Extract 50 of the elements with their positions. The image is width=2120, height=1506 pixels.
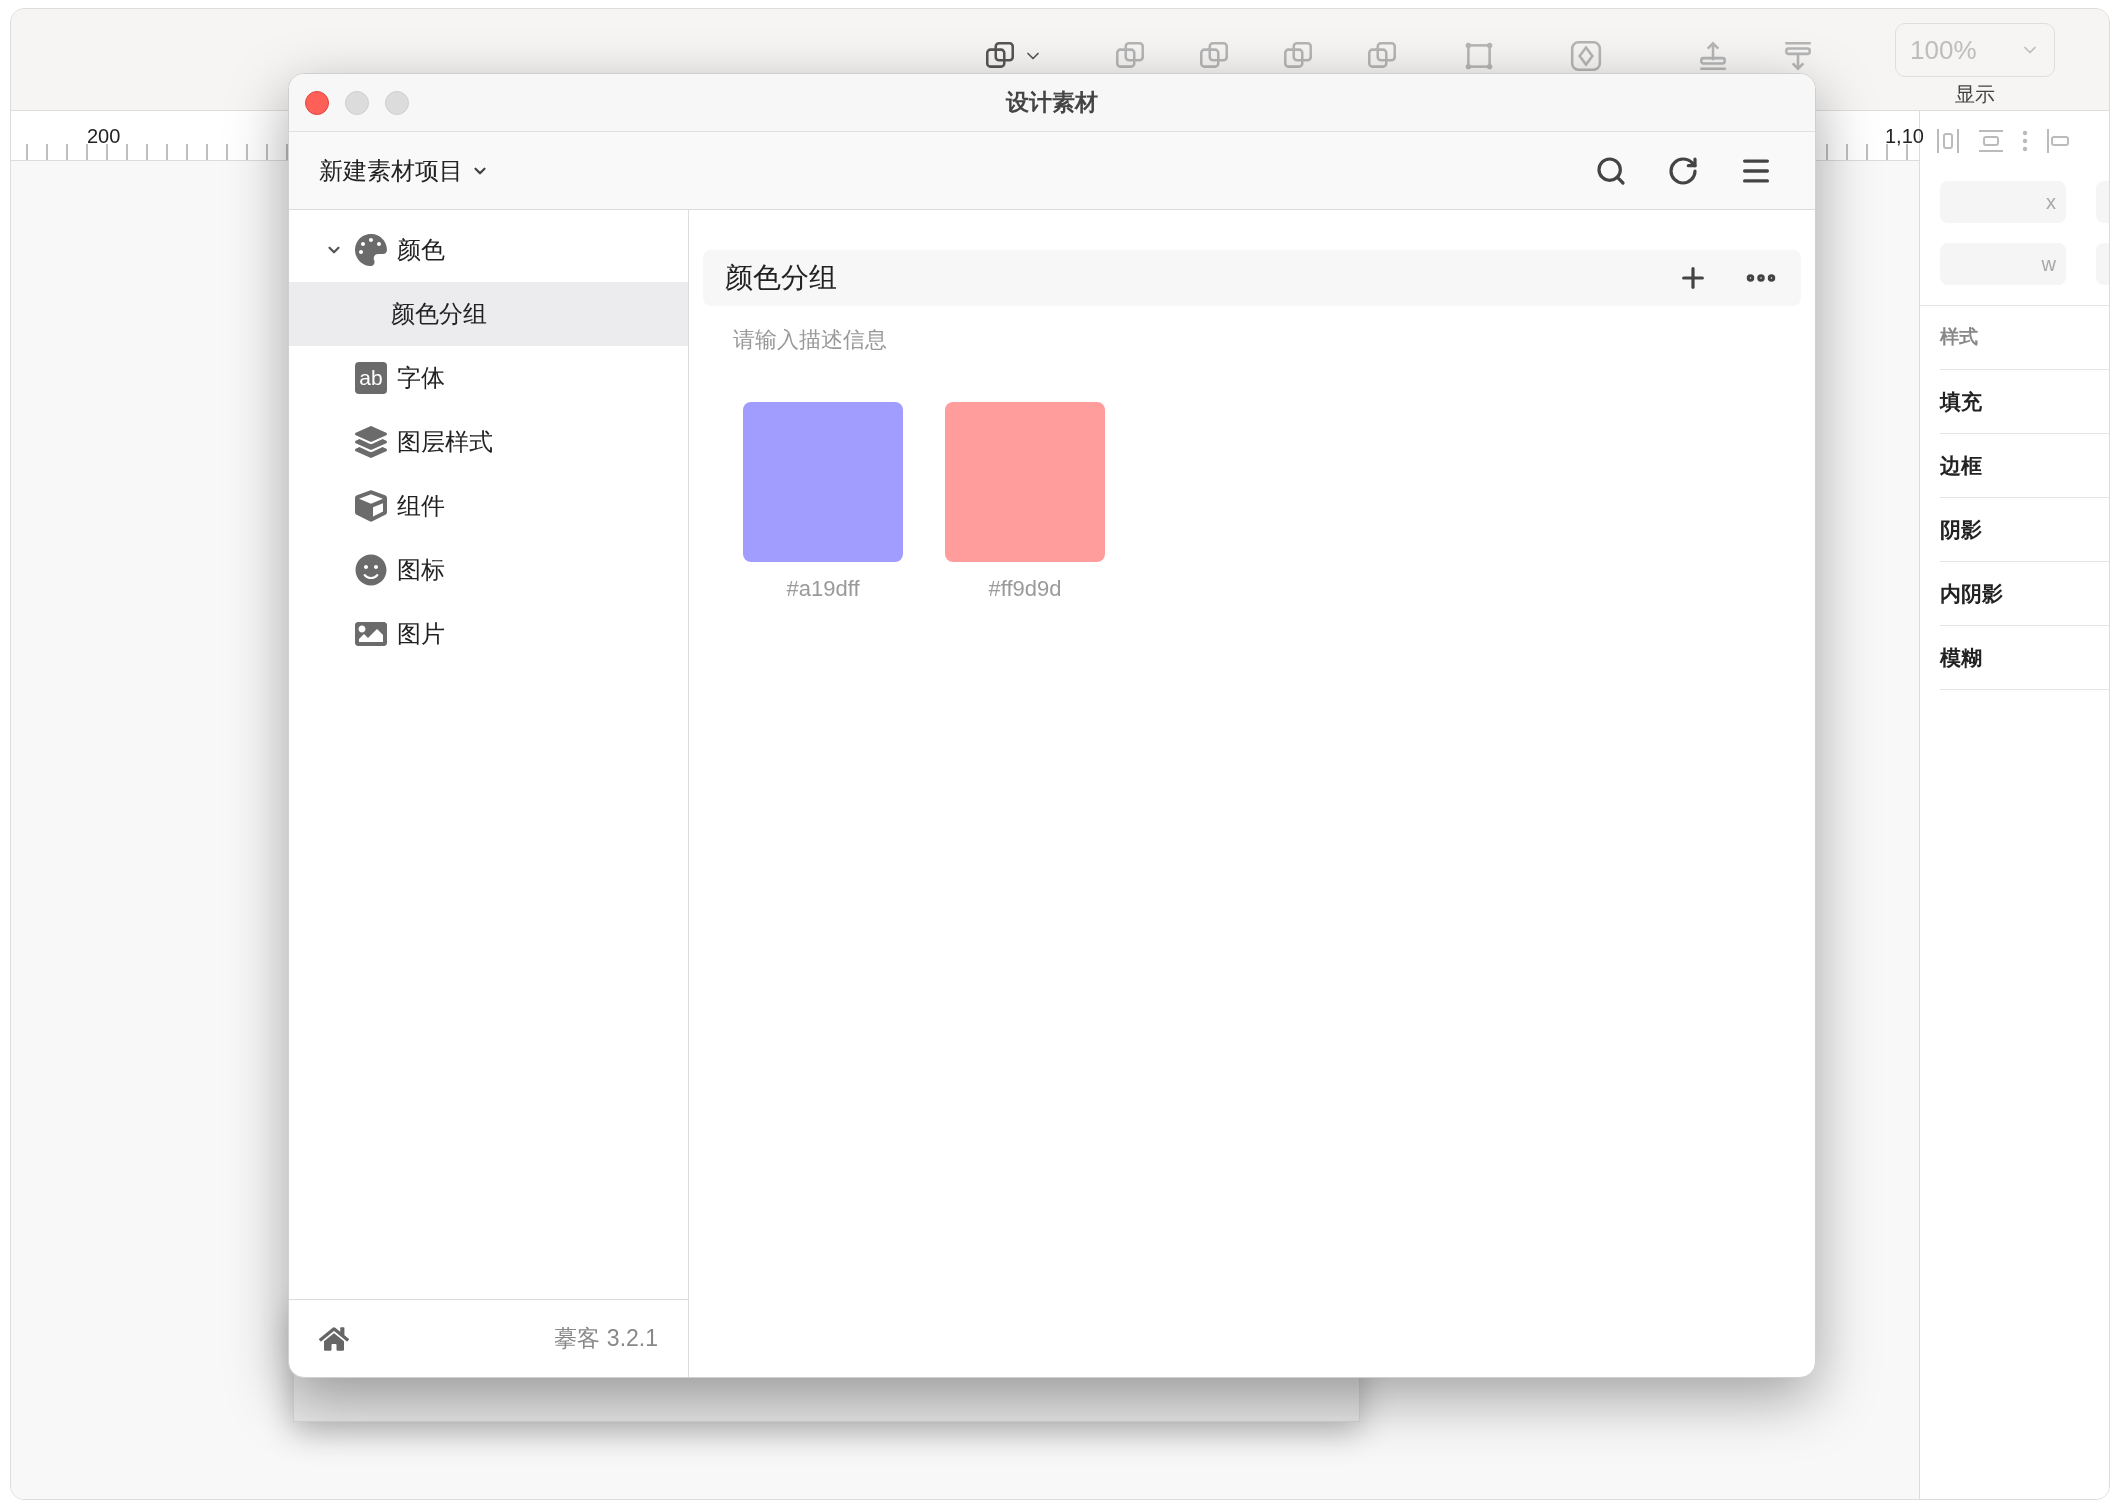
sidebar-label: 颜色分组 [391,299,487,329]
sidebar-label: 图层样式 [397,427,493,457]
section-title[interactable]: 边框 [1940,449,1982,482]
ruler-label: 1,10 [1885,124,1924,149]
search-icon[interactable] [1595,154,1627,187]
sidebar-item[interactable]: 图片 [289,602,688,666]
number-field[interactable] [2096,181,2109,223]
number-field[interactable]: w [1940,243,2066,285]
color-swatch[interactable] [743,402,903,562]
sidebar-item[interactable]: 颜色 [289,218,688,282]
group-title: 颜色分组 [725,261,837,295]
section-title[interactable]: 阴影 [1940,513,1982,546]
align-vertical-center-icon[interactable] [1978,129,2004,153]
section-title[interactable]: 模糊 [1940,641,1982,674]
sidebar-item[interactable]: 图层样式 [289,410,688,474]
zoom-button[interactable] [385,90,409,115]
description-field[interactable]: 请输入描述信息 [733,316,1333,364]
color-swatch[interactable] [945,402,1105,562]
ruler-label: 200 [87,124,121,149]
sidebar-label: 颜色 [397,235,445,265]
sidebar-label: 字体 [397,363,445,393]
number-field[interactable] [2096,243,2109,285]
cube-icon [355,490,387,522]
color-hex: #a19dff [786,575,860,603]
sidebar-label: 组件 [397,491,445,521]
section-heading: 样式 [1940,325,1978,350]
section-title[interactable]: 填充 [1940,385,1982,418]
project-dropdown[interactable]: 新建素材项目 [319,152,489,189]
color-hex: #ff9d9d [988,575,1062,603]
window-title: 设计素材 [1006,88,1098,118]
palette-icon [355,234,387,266]
sidebar-label: 图片 [397,619,445,649]
align-horizontal-center-icon[interactable] [1936,128,1960,154]
sidebar-item[interactable]: 组件 [289,474,688,538]
minimize-button[interactable] [345,90,369,115]
close-button[interactable] [305,90,329,115]
align-left-icon[interactable] [2046,128,2070,154]
section-title[interactable]: 内阴影 [1940,577,2003,610]
sidebar-label: 图标 [397,555,445,585]
number-field[interactable]: x [1940,181,2066,223]
version-label: 摹客 3.2.1 [554,1324,658,1354]
smiley-icon [355,554,387,586]
sidebar-item[interactable]: 图标 [289,538,688,602]
sidebar-item[interactable]: ab 字体 [289,346,688,410]
more-vertical-icon[interactable] [2022,130,2028,152]
layers-icon [355,426,387,458]
zoom-label: 显示 [1955,82,1995,107]
font-icon: ab [355,362,387,394]
sidebar-item[interactable]: 颜色分组 [289,282,688,346]
refresh-icon[interactable] [1667,154,1699,187]
